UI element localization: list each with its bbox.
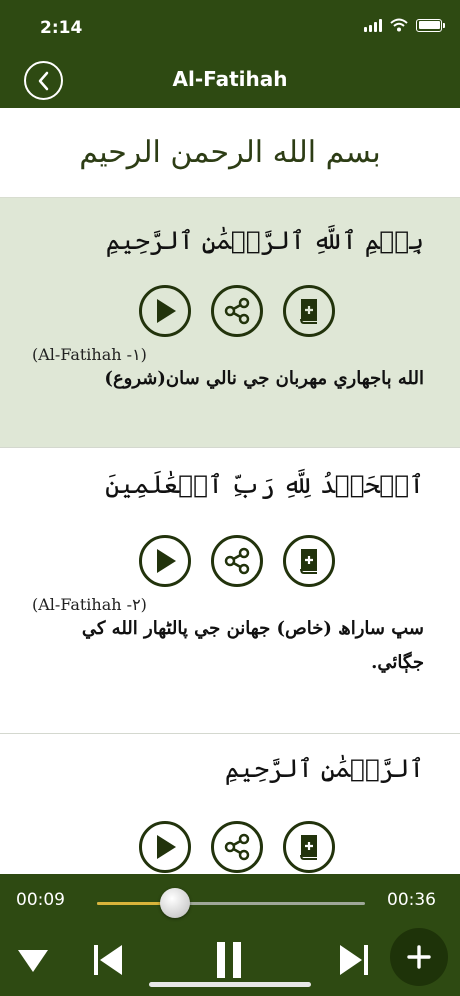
pause-icon: [217, 942, 241, 978]
status-icons: [364, 18, 445, 32]
wifi-icon: [390, 18, 408, 32]
play-icon: [157, 299, 176, 323]
previous-icon: [94, 945, 122, 975]
verse-actions: [0, 535, 460, 587]
share-icon: [224, 297, 250, 325]
verse-list[interactable]: بسم الله الرحمن الرحيم بِسۡمِ ٱللَّهِ ٱل…: [0, 108, 460, 874]
page-title: Al-Fatihah: [172, 67, 288, 91]
verse-item[interactable]: ٱلرَّحۡمَٰنِ ٱلرَّحِيمِ: [0, 734, 460, 874]
audio-player: 00:09 00:36: [0, 874, 460, 996]
verse-translation: سڀ ساراھ (خاص) جھانن جي پالڻھار الله کي …: [36, 612, 424, 680]
verse-translation: الله ٻاجھاري مھربان جي نالي سان(شروع): [104, 368, 424, 389]
home-indicator: [149, 982, 311, 987]
seek-bar[interactable]: [97, 888, 365, 918]
tafsir-button[interactable]: [283, 285, 335, 337]
plus-icon: [407, 945, 431, 969]
share-verse-button[interactable]: [211, 821, 263, 873]
tafsir-button[interactable]: [283, 821, 335, 873]
play-icon: [157, 549, 176, 573]
verse-item[interactable]: بِسۡمِ ٱللَّهِ ٱلرَّحۡمَٰنِ ٱلرَّحِيمِ (…: [0, 198, 460, 448]
quran-book-icon: [300, 299, 317, 324]
verse-translation-line: سڀ ساراھ (خاص) جھانن جي پالڻھار الله کي: [81, 618, 424, 639]
verse-arabic: ٱلۡحَمۡدُ لِلَّهِ رَبِّ ٱلۡعَٰلَمِينَ: [105, 470, 424, 499]
previous-button[interactable]: [92, 942, 124, 978]
verse-actions: [0, 821, 460, 873]
quran-book-icon: [300, 549, 317, 574]
verse-translation-line: جڳائي.: [371, 652, 424, 673]
quran-book-icon: [300, 835, 317, 860]
verse-arabic: بِسۡمِ ٱللَّهِ ٱلرَّحۡمَٰنِ ٱلرَّحِيمِ: [105, 226, 424, 255]
verse-arabic: ٱلرَّحۡمَٰنِ ٱلرَّحِيمِ: [224, 754, 424, 783]
verse-item[interactable]: ٱلۡحَمۡدُ لِلَّهِ رَبِّ ٱلۡعَٰلَمِينَ (A…: [0, 448, 460, 734]
current-time: 00:09: [16, 890, 65, 910]
app-header: 2:14 Al-Fatihah: [0, 0, 460, 108]
play-verse-button[interactable]: [139, 285, 191, 337]
total-time: 00:36: [387, 890, 436, 910]
add-button[interactable]: [390, 928, 448, 986]
tafsir-button[interactable]: [283, 535, 335, 587]
share-icon: [224, 547, 250, 575]
status-time: 2:14: [40, 18, 83, 38]
bismillah-banner: بسم الله الرحمن الرحيم: [0, 108, 460, 198]
play-verse-button[interactable]: [139, 821, 191, 873]
bismillah-calligraphy: بسم الله الرحمن الرحيم: [79, 135, 381, 170]
pause-button[interactable]: [212, 940, 246, 980]
collapse-player-button[interactable]: [16, 946, 50, 976]
share-verse-button[interactable]: [211, 285, 263, 337]
battery-icon: [416, 18, 445, 32]
down-arrow-icon: [18, 950, 48, 972]
play-verse-button[interactable]: [139, 535, 191, 587]
share-icon: [224, 833, 250, 861]
verse-actions: [0, 285, 460, 337]
next-icon: [340, 945, 368, 975]
seek-thumb[interactable]: [159, 888, 190, 918]
next-button[interactable]: [338, 942, 370, 978]
cellular-signal-icon: [364, 18, 382, 32]
play-icon: [157, 835, 176, 859]
share-verse-button[interactable]: [211, 535, 263, 587]
